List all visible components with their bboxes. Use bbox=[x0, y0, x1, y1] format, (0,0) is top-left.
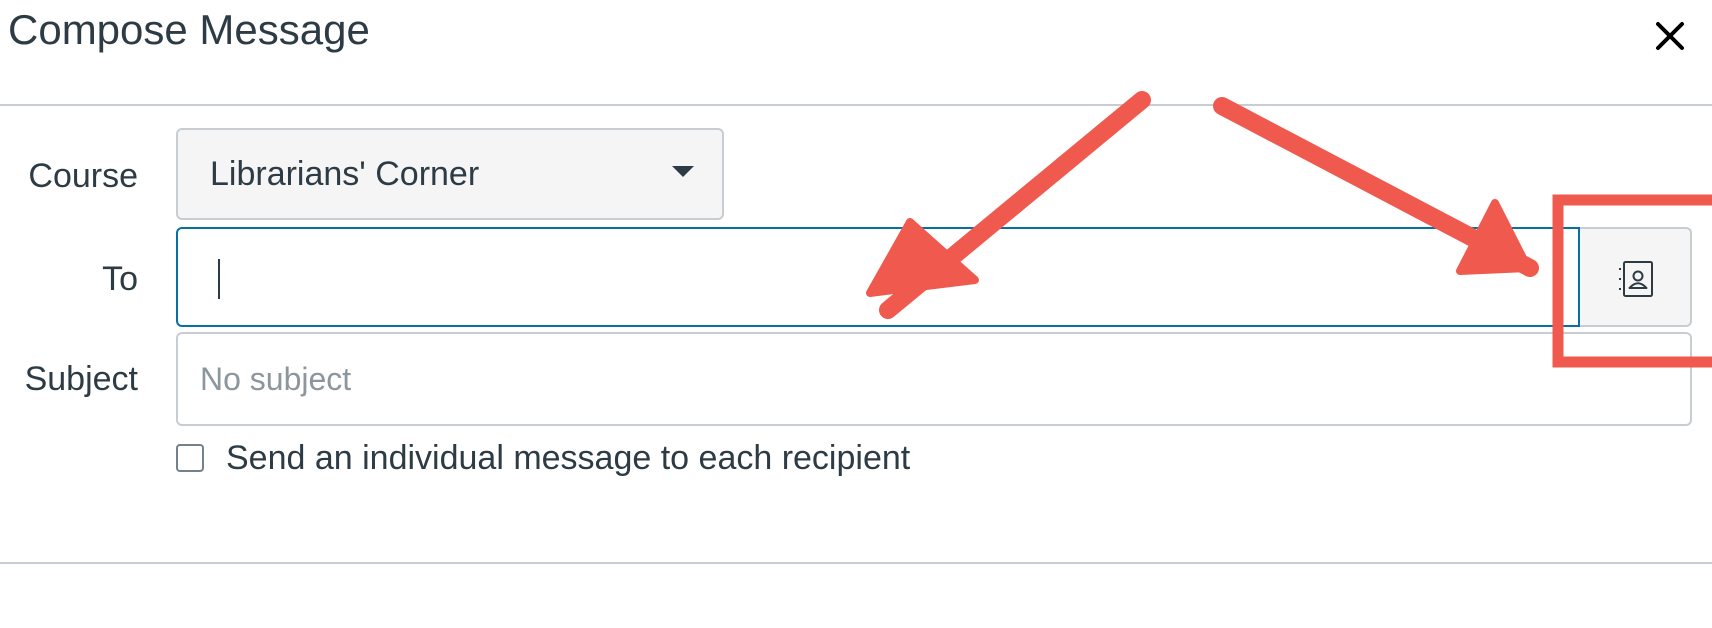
dialog-title: Compose Message bbox=[8, 6, 370, 53]
subject-label: Subject bbox=[24, 360, 138, 398]
individual-message-label[interactable]: Send an individual message to each recip… bbox=[226, 438, 910, 478]
close-button[interactable] bbox=[1646, 12, 1694, 60]
to-label: To bbox=[102, 260, 138, 298]
close-icon bbox=[1656, 22, 1684, 50]
footer-divider bbox=[0, 562, 1712, 564]
course-label: Course bbox=[28, 157, 138, 195]
address-book-button[interactable] bbox=[1580, 227, 1692, 327]
subject-input[interactable] bbox=[176, 332, 1692, 426]
text-cursor bbox=[218, 259, 220, 299]
course-select-value: Librarians' Corner bbox=[210, 155, 480, 193]
to-recipients-input[interactable] bbox=[176, 227, 1580, 327]
address-book-icon bbox=[1619, 261, 1653, 297]
individual-message-checkbox[interactable] bbox=[176, 444, 204, 472]
caret-down-icon bbox=[672, 166, 694, 177]
course-select[interactable]: Librarians' Corner bbox=[176, 128, 724, 220]
header-divider bbox=[0, 104, 1712, 106]
